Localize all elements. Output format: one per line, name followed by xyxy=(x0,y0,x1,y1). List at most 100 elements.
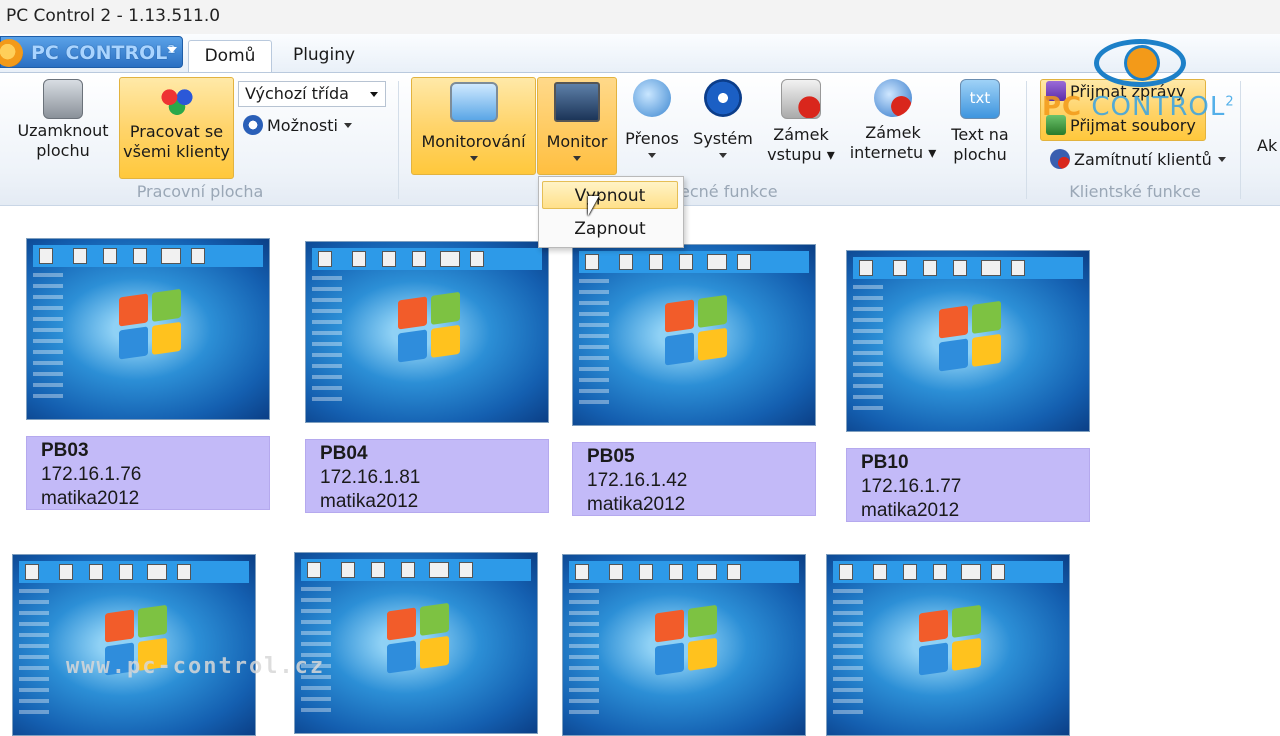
desktop-icons xyxy=(579,279,609,411)
desktop-icons xyxy=(301,587,331,719)
group-label-workspace: Pracovní plocha xyxy=(136,182,264,201)
tab-home[interactable]: Domů xyxy=(188,40,272,72)
power-icon xyxy=(704,79,742,117)
keyboard-mouse-lock-icon xyxy=(781,79,821,119)
rejected-clients-button[interactable]: Zamítnutí klientů xyxy=(1050,149,1226,171)
globe-transfer-icon xyxy=(633,79,671,117)
windows-logo-icon xyxy=(387,602,451,676)
lock-desktop-label-1: Uzamknout xyxy=(17,121,109,140)
text-desktop-icon: txt xyxy=(960,79,1000,119)
monitor-icon xyxy=(554,82,600,122)
system-label: Systém xyxy=(693,129,753,148)
input-lock-button[interactable]: Zámek vstupu ▾ xyxy=(764,79,838,175)
windows-logo-icon xyxy=(398,291,462,365)
options-label: Možnosti xyxy=(267,116,338,135)
users-group-icon xyxy=(157,82,196,120)
client-name: PB04 xyxy=(320,443,368,464)
client-info: PB10 172.16.1.77 matika2012 xyxy=(846,448,1090,522)
client-class: matika2012 xyxy=(587,494,686,515)
app-logo-icon xyxy=(0,39,23,67)
client-taskbar xyxy=(579,251,809,273)
chevron-down-icon xyxy=(167,47,177,53)
windows-logo-icon xyxy=(919,604,983,678)
client-screen-thumbnail[interactable] xyxy=(305,241,549,423)
options-button[interactable]: Možnosti xyxy=(243,115,352,137)
work-all-clients-button[interactable]: Pracovat se všemi klienty xyxy=(119,77,234,179)
monitor-button[interactable]: Monitor xyxy=(537,77,617,175)
group-separator xyxy=(1026,81,1027,199)
website-watermark: www.pc-control.cz xyxy=(66,654,326,679)
desktop-icons xyxy=(853,285,883,417)
transfer-button[interactable]: Přenos xyxy=(620,79,684,175)
desktop-icons xyxy=(569,589,599,721)
monitor-dropdown-menu: Vypnout Zapnout xyxy=(538,176,684,248)
client-taskbar xyxy=(853,257,1083,279)
desktop-icons xyxy=(33,273,63,405)
chevron-down-icon xyxy=(719,153,727,158)
monitor-label: Monitor xyxy=(546,132,608,151)
group-label-client: Klientské funkce xyxy=(1069,182,1201,201)
windows-logo-icon xyxy=(939,300,1003,374)
text-desktop-label-1: Text na xyxy=(951,125,1009,144)
window-title: PC Control 2 - 1.13.511.0 xyxy=(6,6,221,26)
internet-lock-button[interactable]: Zámek internetu ▾ xyxy=(848,79,938,175)
brand-control: CONTROL xyxy=(1091,92,1226,122)
windows-logo-icon xyxy=(119,288,183,362)
client-screen-thumbnail[interactable] xyxy=(572,244,816,426)
client-screen-thumbnail[interactable] xyxy=(846,250,1090,432)
system-button[interactable]: Systém xyxy=(690,79,756,175)
client-ip: 172.16.1.76 xyxy=(41,464,142,485)
menu-item-turn-off[interactable]: Vypnout xyxy=(542,181,678,209)
client-name: PB03 xyxy=(41,440,89,461)
internet-lock-label-2: internetu ▾ xyxy=(849,143,937,162)
group-separator xyxy=(398,81,399,199)
text-desktop-button[interactable]: txt Text na plochu xyxy=(945,79,1015,175)
client-ip: 172.16.1.81 xyxy=(320,467,421,488)
app-menu-button[interactable]: PC CONTROL² xyxy=(0,36,183,68)
windows-logo-icon xyxy=(665,294,729,368)
work-all-label-2: všemi klienty xyxy=(123,142,230,161)
client-screen-thumbnail[interactable] xyxy=(562,554,806,736)
class-select[interactable]: Výchozí třída xyxy=(238,81,386,107)
client-taskbar xyxy=(33,245,263,267)
input-lock-label-2: vstupu ▾ xyxy=(767,145,835,164)
client-info: PB05 172.16.1.42 matika2012 xyxy=(572,442,816,516)
internet-lock-label-1: Zámek xyxy=(865,123,921,142)
client-info: PB03 172.16.1.76 matika2012 xyxy=(26,436,270,510)
input-lock-label-1: Zámek xyxy=(773,125,829,144)
chevron-down-icon xyxy=(343,123,352,128)
menu-item-turn-on[interactable]: Zapnout xyxy=(542,215,678,243)
chevron-down-icon xyxy=(370,92,378,97)
desktop-icons xyxy=(833,589,863,721)
chevron-down-icon xyxy=(469,156,478,161)
client-screen-thumbnail[interactable] xyxy=(294,552,538,734)
client-screen-thumbnail[interactable] xyxy=(26,238,270,420)
client-class: matika2012 xyxy=(320,491,419,512)
mouse-cursor-icon xyxy=(588,196,599,216)
client-name: PB05 xyxy=(587,446,635,467)
client-screen-thumbnail[interactable] xyxy=(826,554,1070,736)
internet-lock-label-2-text: internetu xyxy=(849,143,924,162)
brand-logo: PC CONTROL2 xyxy=(1040,34,1280,144)
brand-pc: PC xyxy=(1042,92,1083,122)
tab-plugins[interactable]: Pluginy xyxy=(282,40,366,72)
input-lock-label-2-text: vstupu xyxy=(767,145,822,164)
brand-version: 2 xyxy=(1225,94,1235,110)
lock-desktop-label-2: plochu xyxy=(36,141,90,160)
chevron-down-icon xyxy=(1217,157,1226,162)
client-taskbar xyxy=(19,561,249,583)
work-all-label-1: Pracovat se xyxy=(129,122,224,141)
client-class: matika2012 xyxy=(41,488,140,509)
monitoring-button[interactable]: Monitorování xyxy=(411,77,536,175)
app-logo-text: PC CONTROL² xyxy=(31,42,176,64)
lock-desktop-button[interactable]: Uzamknout plochu xyxy=(10,79,116,179)
windows-logo-icon xyxy=(655,604,719,678)
client-screen-thumbnail[interactable] xyxy=(12,554,256,736)
client-name: PB10 xyxy=(861,452,909,473)
rejected-user-icon xyxy=(1050,149,1070,169)
monitoring-label: Monitorování xyxy=(421,132,526,151)
lock-icon xyxy=(43,79,83,119)
client-ip: 172.16.1.42 xyxy=(587,470,688,491)
options-icon xyxy=(243,115,263,135)
client-taskbar xyxy=(312,248,542,270)
